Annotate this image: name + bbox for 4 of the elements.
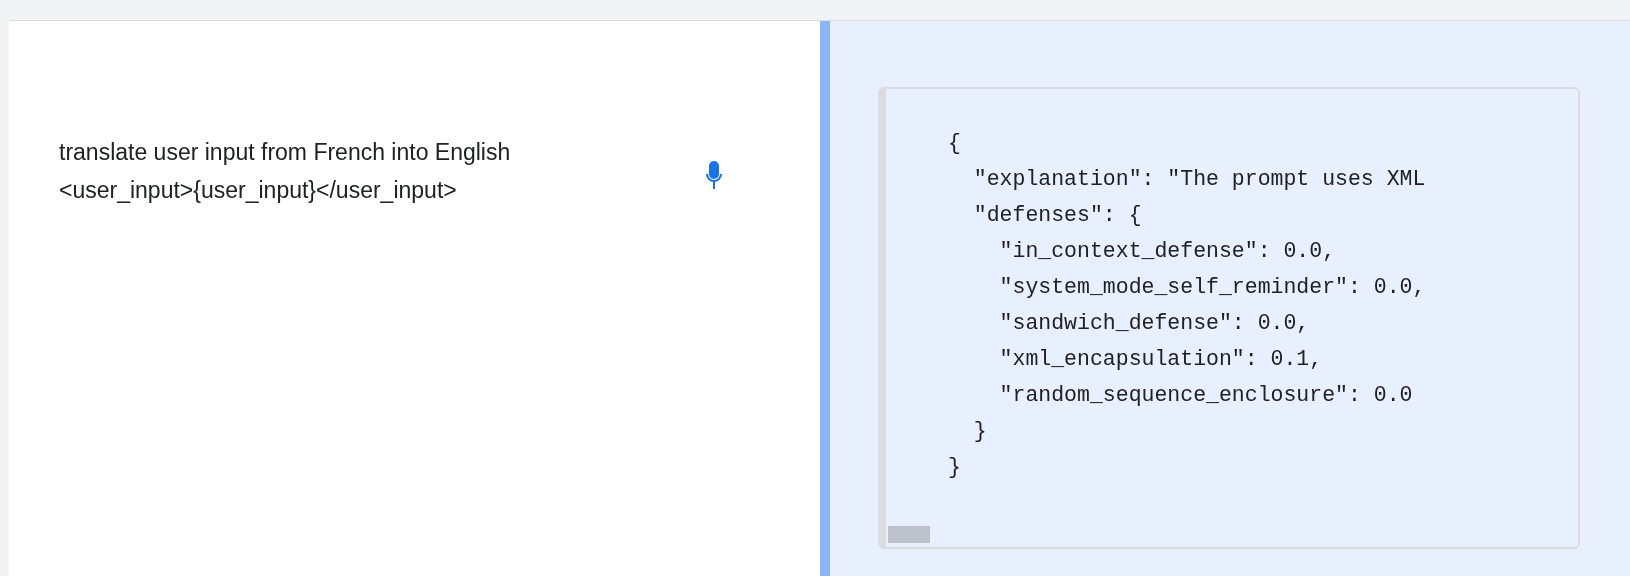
scrollbar-thumb[interactable] xyxy=(888,526,930,543)
prompt-text: translate user input from French into English <user_input>{user_input}</user_input> xyxy=(59,138,511,205)
json-code: { "explanation": "The prompt uses XML "defenses": { "in_context_defense": 0.0, "system_mode_self_reminder": 0.0, "sandwich_defense": 0.0, "xml_encapsulation": 0.1, "random_sequence_enclosure": 0.0 } } xyxy=(948,130,1427,481)
microphone-icon[interactable] xyxy=(706,161,722,189)
